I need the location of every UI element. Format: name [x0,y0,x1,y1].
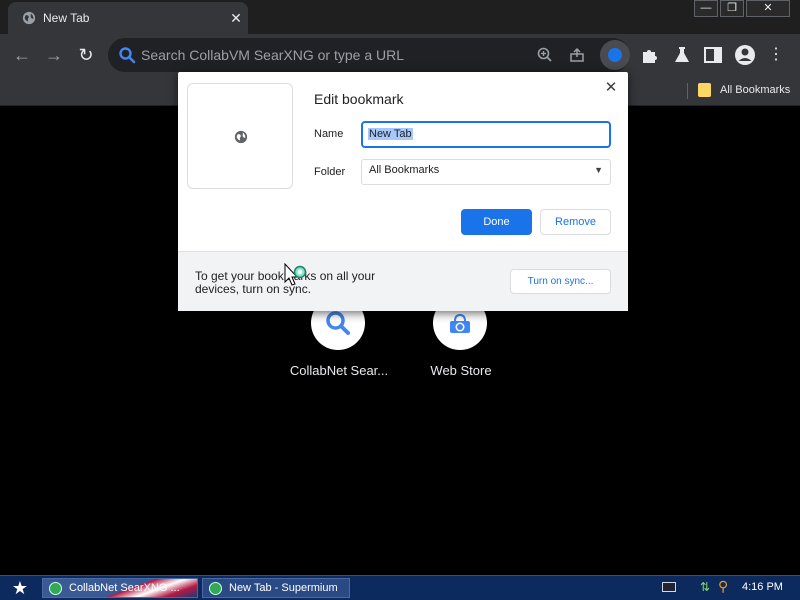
taskbar-item-label: New Tab - Supermium [229,582,338,594]
share-icon[interactable] [568,46,586,64]
close-icon[interactable]: ✕ [602,79,620,97]
folder-select-value: All Bookmarks [369,164,440,176]
taskbar-item-label: CollabNet SearXNG ... [69,582,180,594]
network-icon[interactable]: ⇅ [700,580,710,594]
labs-flask-icon[interactable] [670,43,694,67]
web-store-icon [450,313,470,333]
toolbar: ← → ↻ Search CollabVM SearXNG or type a … [0,34,800,76]
folder-label: Folder [314,166,346,178]
bookmarks-separator [687,83,688,99]
window-controls: — ❐ ✕ [694,0,790,18]
turn-on-sync-button[interactable]: Turn on sync... [510,269,611,294]
dialog-title: Edit bookmark [314,91,404,107]
all-bookmarks-button[interactable]: All Bookmarks [720,84,790,96]
chevron-down-icon: ▼ [594,165,603,175]
folder-icon [698,83,711,97]
bookmark-star-icon [608,48,622,62]
reload-icon[interactable]: ↻ [72,41,100,69]
tab-close-icon[interactable]: ✕ [226,8,246,28]
name-field[interactable]: New Tab [361,121,611,148]
taskbar-item-new-tab[interactable]: New Tab - Supermium [202,578,350,598]
shortcut-label: Web Store [430,363,492,378]
tab-strip: New Tab ✕ — ❐ ✕ [0,0,800,34]
browser-icon [209,582,222,595]
restore-button[interactable]: ❐ [720,0,744,17]
globe-icon [234,130,248,144]
back-arrow-icon[interactable]: ← [8,41,36,69]
menu-kebab-icon[interactable]: ⋮ [764,43,788,67]
omnibox[interactable]: Search CollabVM SearXNG or type a URL [108,38,630,72]
search-icon [326,311,350,335]
remove-button[interactable]: Remove [540,209,611,235]
tab-new-tab[interactable]: New Tab ✕ [8,2,248,34]
forward-arrow-icon[interactable]: → [40,41,68,69]
start-button[interactable]: ★ [2,577,38,599]
search-icon [119,47,136,64]
globe-icon [22,11,36,25]
side-panel-icon[interactable] [701,43,725,67]
search-tray-icon[interactable]: ⚲ [718,578,728,595]
browser-icon [49,582,62,595]
omnibox-placeholder: Search CollabVM SearXNG or type a URL [141,47,404,63]
extensions-icon[interactable] [638,43,662,67]
taskbar: ★ CollabNet SearXNG ... New Tab - Superm… [0,575,800,600]
clock[interactable]: 4:16 PM [742,581,783,593]
tab-title: New Tab [43,11,90,25]
mouse-cursor-icon [284,263,307,286]
profile-avatar-icon[interactable] [733,43,757,67]
shortcut-label: CollabNet Sear... [289,363,389,378]
keyboard-icon[interactable] [662,582,676,592]
done-button[interactable]: Done [461,209,532,235]
bookmark-thumbnail [187,83,293,189]
taskbar-item-collabnet[interactable]: CollabNet SearXNG ... [42,578,198,598]
folder-select[interactable]: All Bookmarks ▼ [361,159,611,185]
window-close-button[interactable]: ✕ [746,0,790,17]
bookmark-star-button[interactable] [600,40,630,70]
edit-bookmark-dialog: Edit bookmark ✕ Name New Tab Folder All … [178,72,628,311]
name-label: Name [314,128,344,140]
sync-promo-footer: To get your bookmarks on all your device… [178,251,628,311]
minimize-button[interactable]: — [694,0,718,17]
zoom-icon[interactable] [536,46,554,64]
name-field-value: New Tab [368,128,413,140]
